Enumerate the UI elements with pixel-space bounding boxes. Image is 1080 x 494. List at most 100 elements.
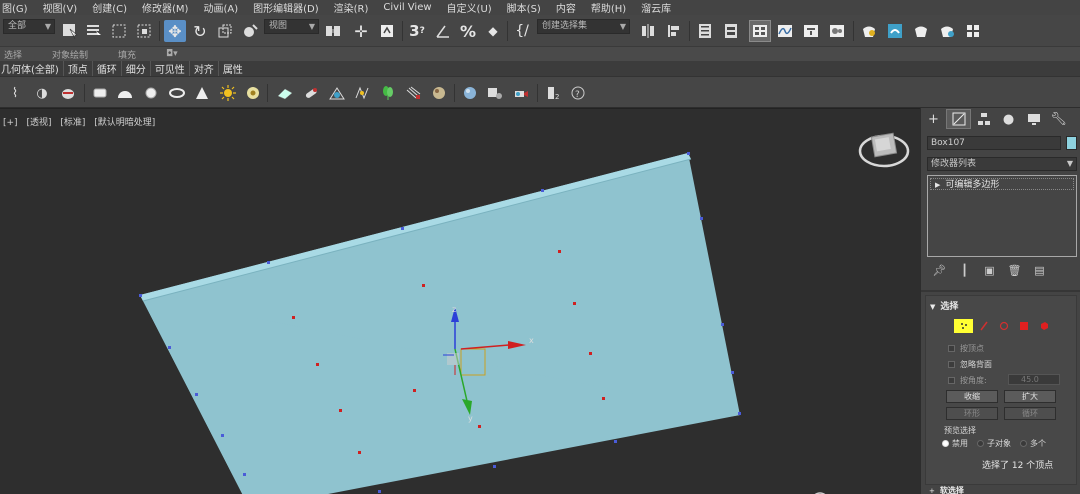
toggle-ribbon-icon[interactable] bbox=[749, 20, 771, 42]
ribbon-tab-object-paint[interactable]: 对象绘制 bbox=[52, 48, 88, 61]
ignore-backfacing-checkbox[interactable]: 忽略背面 bbox=[948, 359, 992, 370]
create-tab-plus-icon[interactable]: + bbox=[921, 109, 946, 129]
make-unique-icon[interactable]: ▣ bbox=[977, 264, 1002, 277]
scale-icon[interactable] bbox=[214, 20, 236, 42]
curve-editor-icon[interactable] bbox=[774, 20, 796, 42]
viewcube-icon[interactable] bbox=[858, 132, 910, 168]
menu-create[interactable]: 创建(C) bbox=[92, 0, 127, 15]
by-vertex-checkbox[interactable]: 按顶点 bbox=[948, 343, 984, 354]
spring-icon[interactable] bbox=[353, 84, 371, 102]
hemisphere-primitive-icon[interactable] bbox=[116, 84, 134, 102]
mirror-icon[interactable] bbox=[637, 20, 659, 42]
pivot-center-icon[interactable] bbox=[323, 20, 345, 42]
box-primitive-icon[interactable] bbox=[91, 84, 109, 102]
polygon-level-icon[interactable] bbox=[1014, 319, 1033, 333]
menu-liuyunku[interactable]: 溜云库 bbox=[641, 0, 671, 15]
material-editor-icon[interactable] bbox=[826, 20, 848, 42]
preview-subobject-radio[interactable]: 子对象 bbox=[977, 438, 1011, 449]
clipboard-icon[interactable]: 2 bbox=[545, 84, 563, 102]
motion-tab-icon[interactable]: ● bbox=[996, 109, 1021, 129]
configure-modifier-sets-icon[interactable]: ▤ bbox=[1027, 264, 1052, 277]
menu-animation[interactable]: 动画(A) bbox=[203, 0, 238, 15]
rotate-icon[interactable]: ↻ bbox=[189, 20, 211, 42]
ribbon-subtab-geometry-all[interactable]: 几何体(全部) bbox=[0, 61, 64, 76]
select-by-name-icon[interactable] bbox=[83, 20, 105, 42]
render-iterative-icon[interactable] bbox=[936, 20, 958, 42]
angle-spinner[interactable]: 45.0 bbox=[1008, 374, 1060, 385]
render-setup-icon[interactable] bbox=[858, 20, 880, 42]
expand-triangle-icon[interactable]: ▶ bbox=[935, 181, 940, 189]
modifier-list-dropdown[interactable]: 修改器列表 ▼ bbox=[927, 157, 1077, 171]
menu-rendering[interactable]: 渲染(R) bbox=[334, 0, 369, 15]
edge-level-icon[interactable] bbox=[974, 319, 993, 333]
help-icon[interactable]: ? bbox=[569, 84, 587, 102]
texture-sphere-icon[interactable] bbox=[430, 84, 448, 102]
plant-icon[interactable] bbox=[379, 84, 397, 102]
render-cloud-icon[interactable] bbox=[962, 20, 984, 42]
edit-named-selection-icon[interactable]: {/ bbox=[511, 20, 533, 42]
ribbon-subtab-loop[interactable]: 循环 bbox=[93, 61, 122, 76]
place-icon[interactable] bbox=[239, 20, 261, 42]
rectangle-selection-icon[interactable] bbox=[108, 20, 130, 42]
hair-icon[interactable] bbox=[405, 84, 423, 102]
menu-scripting[interactable]: 脚本(S) bbox=[507, 0, 541, 15]
display-tab-icon[interactable] bbox=[1021, 109, 1046, 129]
reference-coord-dropdown[interactable]: 视图 ▼ bbox=[264, 19, 319, 34]
stack-item-editable-poly[interactable]: ▶ 可编辑多边形 bbox=[930, 178, 1074, 190]
soft-selection-rollout-header[interactable]: + 软选择 bbox=[925, 485, 1077, 494]
ribbon-subtab-properties[interactable]: 属性 bbox=[219, 61, 247, 76]
border-level-icon[interactable] bbox=[994, 319, 1013, 333]
ribbon-subtab-visibility[interactable]: 可见性 bbox=[151, 61, 190, 76]
object-name-field[interactable]: Box107 bbox=[927, 136, 1061, 150]
wire-sphere-icon[interactable] bbox=[328, 84, 346, 102]
ribbon-tab-populate[interactable]: 填充 bbox=[118, 48, 136, 61]
scene-explorer-icon[interactable] bbox=[694, 20, 716, 42]
menu-customize[interactable]: 自定义(U) bbox=[447, 0, 492, 15]
spinner-snap-icon[interactable]: ◆ bbox=[482, 20, 504, 42]
sun-icon[interactable] bbox=[219, 84, 237, 102]
rendered-frame-window-icon[interactable] bbox=[884, 20, 906, 42]
menu-graph-editors[interactable]: 图形编辑器(D) bbox=[253, 0, 319, 15]
menu-content[interactable]: 内容 bbox=[556, 0, 576, 15]
perspective-viewport[interactable]: [+] [透视] [标准] [默认明暗处理] z x y bbox=[0, 108, 920, 494]
shrink-button[interactable]: 收缩 bbox=[946, 390, 998, 403]
selection-filter-dropdown[interactable]: 全部 ▼ bbox=[3, 19, 55, 34]
half-sphere-icon[interactable]: ◑ bbox=[33, 84, 51, 102]
window-crossing-icon[interactable] bbox=[133, 20, 155, 42]
wave-icon[interactable]: ⌇ bbox=[6, 84, 24, 102]
ribbon-subtab-subdivide[interactable]: 细分 bbox=[122, 61, 151, 76]
by-angle-checkbox[interactable]: 按角度: bbox=[948, 375, 987, 386]
align-icon[interactable] bbox=[663, 20, 685, 42]
utilities-tab-wrench-icon[interactable]: 🔧︎ bbox=[1046, 109, 1071, 129]
panel-divider[interactable] bbox=[921, 290, 1080, 292]
sphere-primitive-icon[interactable] bbox=[142, 84, 160, 102]
vertex-level-icon[interactable] bbox=[954, 319, 973, 333]
named-selection-dropdown[interactable]: 创建选择集 ▼ bbox=[537, 19, 630, 34]
modify-tab-icon[interactable] bbox=[946, 109, 971, 129]
disc-icon[interactable] bbox=[244, 84, 262, 102]
menu-modifiers[interactable]: 修改器(M) bbox=[142, 0, 188, 15]
snaps-toggle-icon[interactable]: 3? bbox=[406, 20, 428, 42]
selection-rollout-header[interactable]: ▼ 选择 bbox=[930, 299, 958, 312]
camera-icon[interactable] bbox=[512, 84, 530, 102]
angle-snap-icon[interactable] bbox=[432, 20, 454, 42]
cone-primitive-icon[interactable] bbox=[193, 84, 211, 102]
grid-plane-icon[interactable] bbox=[276, 84, 294, 102]
loop-button[interactable]: 循环 bbox=[1004, 407, 1056, 420]
menu-group[interactable]: 图(G) bbox=[2, 0, 28, 15]
menu-help[interactable]: 帮助(H) bbox=[591, 0, 626, 15]
select-object-icon[interactable] bbox=[59, 20, 81, 42]
remove-modifier-icon[interactable]: 🗑︎ bbox=[1002, 264, 1027, 277]
keyboard-shortcut-icon[interactable] bbox=[376, 20, 398, 42]
ribbon-subtab-vertex[interactable]: 顶点 bbox=[64, 61, 93, 76]
pin-stack-icon[interactable]: 📌︎ bbox=[927, 264, 952, 277]
grow-button[interactable]: 扩大 bbox=[1004, 390, 1056, 403]
menu-civil-view[interactable]: Civil View bbox=[383, 2, 431, 13]
menu-view[interactable]: 视图(V) bbox=[43, 0, 78, 15]
show-end-result-icon[interactable]: ┃ bbox=[952, 264, 977, 277]
render-production-icon[interactable] bbox=[910, 20, 932, 42]
shaded-sphere-icon[interactable] bbox=[461, 84, 479, 102]
preview-multi-radio[interactable]: 多个 bbox=[1020, 438, 1046, 449]
move-icon[interactable]: ✥ bbox=[164, 20, 186, 42]
ribbon-toggle-icon[interactable]: ◘▾ bbox=[166, 49, 178, 59]
